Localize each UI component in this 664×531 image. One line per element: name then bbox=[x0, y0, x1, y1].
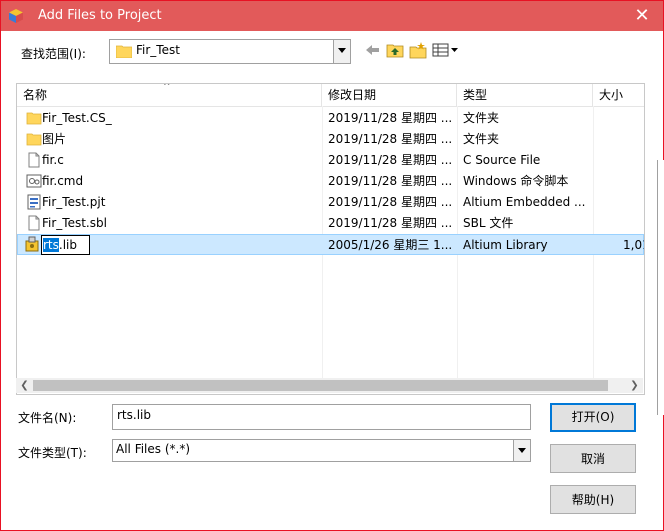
file-name: fir.c bbox=[42, 153, 64, 167]
file-row[interactable]: Fir_Test.CS_ 2019/11/28 星期四 ... 文件夹 bbox=[17, 108, 644, 129]
horizontal-scrollbar[interactable]: ❮ ❯ bbox=[16, 378, 643, 393]
cancel-button[interactable]: 取消 bbox=[550, 444, 636, 473]
column-type[interactable]: 类型 bbox=[457, 84, 593, 106]
new-folder-icon[interactable] bbox=[408, 41, 428, 59]
column-size[interactable]: 大小 bbox=[593, 84, 644, 106]
file-modified: 2019/11/28 星期四 ... bbox=[328, 216, 453, 230]
file-row[interactable]: Fir_Test.pjt 2019/11/28 星期四 ... Altium E… bbox=[17, 192, 644, 213]
file-name-input[interactable] bbox=[117, 408, 497, 422]
file-list[interactable]: 名称 ^ 修改日期 类型 大小 Fir_Test.CS_ 2019/11/28 … bbox=[16, 83, 645, 395]
window-title: Add Files to Project bbox=[38, 8, 162, 23]
file-type: Windows 命令脚本 bbox=[463, 174, 569, 188]
look-in-dropdown[interactable]: Fir_Test bbox=[109, 39, 351, 64]
document-icon bbox=[28, 152, 40, 168]
look-in-value: Fir_Test bbox=[136, 43, 180, 57]
file-row[interactable]: Fir_Test.sbl 2019/11/28 星期四 ... SBL 文件 bbox=[17, 213, 644, 234]
app-cube-icon bbox=[9, 9, 23, 23]
file-type-value: All Files (*.*) bbox=[116, 442, 191, 456]
scroll-right-icon[interactable]: ❯ bbox=[626, 378, 643, 393]
rename-input[interactable]: rts.lib bbox=[41, 235, 90, 255]
file-name-label: 文件名(N): bbox=[18, 411, 77, 425]
file-name: fir.cmd bbox=[42, 174, 84, 188]
file-name: Fir_Test.sbl bbox=[42, 216, 107, 230]
file-modified: 2019/11/28 星期四 ... bbox=[328, 153, 453, 167]
file-modified: 2005/1/26 星期三 1... bbox=[328, 238, 453, 252]
title-bar[interactable]: Add Files to Project ✕ bbox=[1, 1, 663, 31]
file-row-selected[interactable]: rts.lib 2005/1/26 星期三 1... Altium Librar… bbox=[17, 234, 644, 255]
file-name-field[interactable] bbox=[112, 404, 531, 430]
file-type: 文件夹 bbox=[463, 111, 500, 125]
view-menu-icon[interactable] bbox=[432, 41, 460, 59]
file-modified: 2019/11/28 星期四 ... bbox=[328, 111, 453, 125]
scrollbar-thumb[interactable] bbox=[33, 380, 608, 391]
file-name: Fir_Test.pjt bbox=[42, 195, 106, 209]
file-type: SBL 文件 bbox=[463, 216, 514, 230]
column-modified[interactable]: 修改日期 bbox=[322, 84, 457, 106]
help-button[interactable]: 帮助(H) bbox=[550, 485, 636, 514]
folder-icon bbox=[26, 133, 42, 146]
document-icon bbox=[28, 215, 40, 231]
file-name: 图片 bbox=[42, 132, 67, 146]
file-type-dropdown[interactable]: All Files (*.*) bbox=[112, 439, 531, 462]
file-type: 文件夹 bbox=[463, 132, 500, 146]
file-name: Fir_Test.CS_ bbox=[42, 111, 112, 125]
file-type: Altium Library bbox=[463, 238, 548, 252]
folder-icon bbox=[26, 112, 42, 125]
file-type-label: 文件类型(T): bbox=[18, 446, 87, 460]
file-type-dropdown-arrow[interactable] bbox=[513, 440, 530, 461]
script-icon bbox=[26, 174, 42, 188]
project-icon bbox=[27, 194, 41, 210]
file-modified: 2019/11/28 星期四 ... bbox=[328, 195, 453, 209]
look-in-label: 查找范围(I): bbox=[21, 47, 86, 61]
file-row[interactable]: fir.c 2019/11/28 星期四 ... C Source File bbox=[17, 150, 644, 171]
folder-icon bbox=[116, 45, 132, 58]
file-size: 1,01 bbox=[623, 238, 644, 252]
open-button[interactable]: 打开(O) bbox=[550, 403, 636, 432]
up-folder-icon[interactable] bbox=[385, 41, 405, 59]
file-modified: 2019/11/28 星期四 ... bbox=[328, 174, 453, 188]
background-window-edge bbox=[657, 160, 664, 415]
scroll-left-icon[interactable]: ❮ bbox=[16, 378, 33, 393]
library-icon bbox=[25, 236, 39, 252]
back-arrow-icon[interactable] bbox=[363, 41, 383, 59]
file-row[interactable]: fir.cmd 2019/11/28 星期四 ... Windows 命令脚本 bbox=[17, 171, 644, 192]
file-type: Altium Embedded ... bbox=[463, 195, 586, 209]
add-files-dialog: Add Files to Project ✕ 查找范围(I): Fir_Test… bbox=[0, 0, 664, 531]
sort-ascending-icon: ^ bbox=[163, 83, 171, 92]
file-type: C Source File bbox=[463, 153, 541, 167]
close-button[interactable]: ✕ bbox=[629, 5, 655, 27]
look-in-dropdown-arrow[interactable] bbox=[333, 40, 350, 63]
file-row[interactable]: 图片 2019/11/28 星期四 ... 文件夹 bbox=[17, 129, 644, 150]
file-modified: 2019/11/28 星期四 ... bbox=[328, 132, 453, 146]
column-header: 名称 ^ 修改日期 类型 大小 bbox=[17, 84, 644, 107]
